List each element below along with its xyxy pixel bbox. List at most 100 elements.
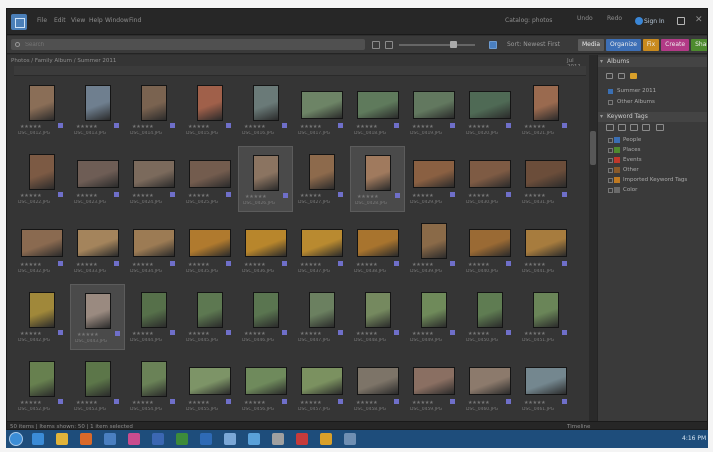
thumbnail-cell[interactable]: ★★★★★ DSC_0427.JPG <box>294 146 349 212</box>
thumbnail-cell[interactable]: ★★★★★ DSC_0446.JPG <box>238 284 293 350</box>
photo-thumbnail[interactable] <box>356 229 399 257</box>
photo-thumbnail[interactable] <box>420 292 447 328</box>
photo-thumbnail[interactable] <box>308 154 335 190</box>
thumbnail-cell[interactable]: ★★★★★ DSC_0418.JPG <box>350 77 405 143</box>
thumbnail-cell[interactable]: ★★★★★ DSC_0442.JPG <box>14 284 69 350</box>
tab-media[interactable]: Media <box>578 39 605 51</box>
rating-stars[interactable]: ★★★★★ <box>20 262 42 268</box>
share-icon[interactable] <box>677 17 685 25</box>
keyword-tag-item[interactable]: Color <box>608 187 637 193</box>
rating-stars[interactable]: ★★★★★ <box>468 193 490 199</box>
rating-stars[interactable]: ★★★★★ <box>132 331 154 337</box>
photo-thumbnail[interactable] <box>84 85 111 121</box>
rating-stars[interactable]: ★★★★★ <box>188 331 210 337</box>
chat-icon[interactable] <box>248 433 260 445</box>
rating-stars[interactable]: ★★★★★ <box>132 124 154 130</box>
thumbnail-cell[interactable]: ★★★★★ DSC_0434.JPG <box>126 215 181 281</box>
photo-thumbnail[interactable] <box>356 91 399 119</box>
docs-icon[interactable] <box>344 433 356 445</box>
photo-thumbnail[interactable] <box>140 85 167 121</box>
photo-thumbnail[interactable] <box>188 160 231 188</box>
tag-checkbox[interactable] <box>608 178 613 183</box>
thumbnail-cell[interactable]: ★★★★★ DSC_0445.JPG <box>182 284 237 350</box>
thumbnail-cell[interactable]: ★★★★★ DSC_0460.JPG <box>462 353 517 419</box>
detail-view-icon[interactable] <box>385 41 393 49</box>
menu-help[interactable]: Help <box>89 17 103 24</box>
rating-stars[interactable]: ★★★★★ <box>412 400 434 406</box>
photo-thumbnail[interactable] <box>468 367 511 395</box>
rating-stars[interactable]: ★★★★★ <box>356 400 378 406</box>
rating-stars[interactable]: ★★★★★ <box>188 124 210 130</box>
elements-icon[interactable] <box>104 433 116 445</box>
photo-thumbnail[interactable] <box>412 91 455 119</box>
thumbnail-cell[interactable]: ★★★★★ DSC_0441.JPG <box>518 215 573 281</box>
rating-stars[interactable]: ★★★★★ <box>412 193 434 199</box>
zoom-slider[interactable] <box>399 41 475 48</box>
tab-share[interactable]: Share <box>691 39 707 51</box>
folder-icon[interactable] <box>56 433 68 445</box>
photo-thumbnail[interactable] <box>356 367 399 395</box>
rating-stars[interactable]: ★★★★★ <box>524 124 546 130</box>
tab-organize[interactable]: Organize <box>606 39 641 51</box>
rating-stars[interactable]: ★★★★★ <box>188 262 210 268</box>
app-icon[interactable] <box>296 433 308 445</box>
photo-thumbnail[interactable] <box>524 229 567 257</box>
add-album-icon[interactable] <box>606 73 613 79</box>
photo-thumbnail[interactable] <box>188 229 231 257</box>
photo-thumbnail[interactable] <box>132 160 175 188</box>
rating-stars[interactable]: ★★★★★ <box>77 332 99 338</box>
photo-thumbnail[interactable] <box>468 160 511 188</box>
thumbnail-cell[interactable]: ★★★★★ DSC_0433.JPG <box>70 215 125 281</box>
edit-album-icon[interactable] <box>618 73 625 79</box>
keyword-tag-item[interactable]: Events <box>608 157 642 163</box>
tag-options-icon[interactable] <box>656 124 664 131</box>
rating-stars[interactable]: ★★★★★ <box>300 331 322 337</box>
thumbnail-cell[interactable]: ★★★★★ DSC_0435.JPG <box>182 215 237 281</box>
rating-stars[interactable]: ★★★★★ <box>524 400 546 406</box>
photo-thumbnail[interactable] <box>76 160 119 188</box>
thumbnail-cell[interactable]: ★★★★★ DSC_0437.JPG <box>294 215 349 281</box>
redo-button[interactable]: Redo <box>607 15 622 22</box>
thumbnail-cell[interactable]: ★★★★★ DSC_0456.JPG <box>238 353 293 419</box>
tab-fix[interactable]: Fix <box>642 39 660 51</box>
undo-button[interactable]: Undo <box>577 15 593 22</box>
grid-view-icon[interactable] <box>372 41 380 49</box>
albums-section-header[interactable]: Albums <box>598 57 707 67</box>
thumbnail-cell[interactable]: ★★★★★ DSC_0453.JPG <box>70 353 125 419</box>
rating-stars[interactable]: ★★★★★ <box>300 124 322 130</box>
rating-stars[interactable]: ★★★★★ <box>412 331 434 337</box>
thumbnail-cell[interactable]: ★★★★★ DSC_0432.JPG <box>14 215 69 281</box>
thumbnail-cell[interactable]: ★★★★★ DSC_0431.JPG <box>518 146 573 212</box>
settings-icon[interactable] <box>272 433 284 445</box>
photo-thumbnail[interactable] <box>252 292 279 328</box>
rating-stars[interactable]: ★★★★★ <box>468 262 490 268</box>
menu-file[interactable]: File <box>37 17 47 24</box>
photo-thumbnail[interactable] <box>28 361 55 397</box>
photo-thumbnail[interactable] <box>476 292 503 328</box>
thumbnail-cell[interactable]: ★★★★★ DSC_0444.JPG <box>126 284 181 350</box>
excel-icon[interactable] <box>176 433 188 445</box>
thumbnail-cell[interactable]: ★★★★★ DSC_0450.JPG <box>462 284 517 350</box>
thumbnail-cell[interactable]: ★★★★★ DSC_0452.JPG <box>14 353 69 419</box>
rating-stars[interactable]: ★★★★★ <box>524 262 546 268</box>
start-button[interactable] <box>9 432 23 446</box>
rating-stars[interactable]: ★★★★★ <box>356 262 378 268</box>
rating-stars[interactable]: ★★★★★ <box>468 331 490 337</box>
thumbnail-cell[interactable]: ★★★★★ DSC_0461.JPG <box>518 353 573 419</box>
thumbnail-cell[interactable]: ★★★★★ DSC_0447.JPG <box>294 284 349 350</box>
thumbnail-cell[interactable]: ★★★★★ DSC_0451.JPG <box>518 284 573 350</box>
rating-stars[interactable]: ★★★★★ <box>468 124 490 130</box>
tag-checkbox[interactable] <box>608 158 613 163</box>
thumbnail-cell[interactable]: ★★★★★ DSC_0458.JPG <box>350 353 405 419</box>
photo-thumbnail[interactable] <box>532 292 559 328</box>
photo-thumbnail[interactable] <box>20 229 63 257</box>
rating-stars[interactable]: ★★★★★ <box>412 124 434 130</box>
edit-tag-icon[interactable] <box>630 124 638 131</box>
browser-icon[interactable] <box>320 433 332 445</box>
rating-stars[interactable]: ★★★★★ <box>20 331 42 337</box>
thumbnail-cell[interactable]: ★★★★★ DSC_0440.JPG <box>462 215 517 281</box>
rating-stars[interactable]: ★★★★★ <box>76 400 98 406</box>
scrollbar-thumb[interactable] <box>590 131 596 165</box>
thumbnail-cell[interactable]: ★★★★★ DSC_0448.JPG <box>350 284 405 350</box>
menu-edit[interactable]: Edit <box>54 17 66 24</box>
